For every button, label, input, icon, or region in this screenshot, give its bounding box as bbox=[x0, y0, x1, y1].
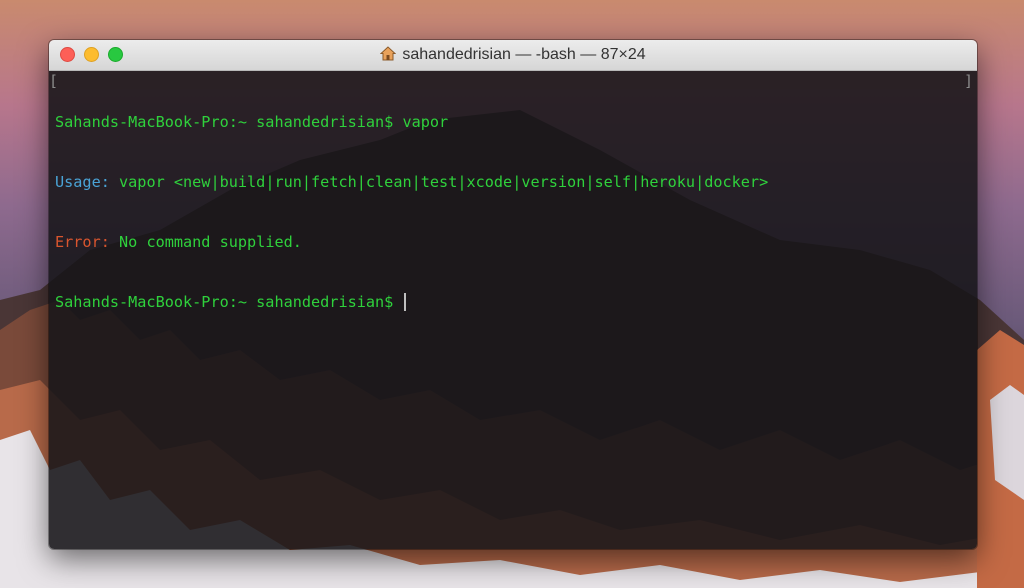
window-title-container: sahandedrisian — -bash — 87×24 bbox=[49, 46, 977, 64]
usage-label: Usage: bbox=[55, 173, 110, 191]
usage-text: vapor <new|build|run|fetch|clean|test|xc… bbox=[109, 173, 769, 191]
terminal-line: Error: No command supplied. bbox=[55, 232, 971, 252]
terminal-window[interactable]: sahandedrisian — -bash — 87×24 [ ] Sahan… bbox=[49, 40, 977, 549]
terminal-line: Usage: vapor <new|build|run|fetch|clean|… bbox=[55, 172, 971, 192]
terminal-output: Sahands-MacBook-Pro:~ sahandedrisian$ va… bbox=[55, 72, 971, 352]
error-text: No command supplied. bbox=[109, 233, 302, 251]
command-text: vapor bbox=[393, 113, 449, 131]
terminal-content[interactable]: [ ] Sahands-MacBook-Pro:~ sahandedrisian… bbox=[49, 71, 977, 549]
command-text bbox=[393, 293, 402, 311]
window-title: sahandedrisian — -bash — 87×24 bbox=[402, 46, 646, 63]
prompt: Sahands-MacBook-Pro:~ sahandedrisian$ bbox=[55, 113, 394, 131]
title-bar[interactable]: sahandedrisian — -bash — 87×24 bbox=[49, 40, 977, 71]
error-label: Error: bbox=[55, 233, 110, 251]
terminal-line: Sahands-MacBook-Pro:~ sahandedrisian$ bbox=[55, 292, 971, 312]
terminal-line: Sahands-MacBook-Pro:~ sahandedrisian$ va… bbox=[55, 112, 971, 132]
prompt: Sahands-MacBook-Pro:~ sahandedrisian$ bbox=[55, 293, 394, 311]
text-cursor bbox=[404, 293, 407, 311]
home-icon bbox=[380, 46, 397, 61]
